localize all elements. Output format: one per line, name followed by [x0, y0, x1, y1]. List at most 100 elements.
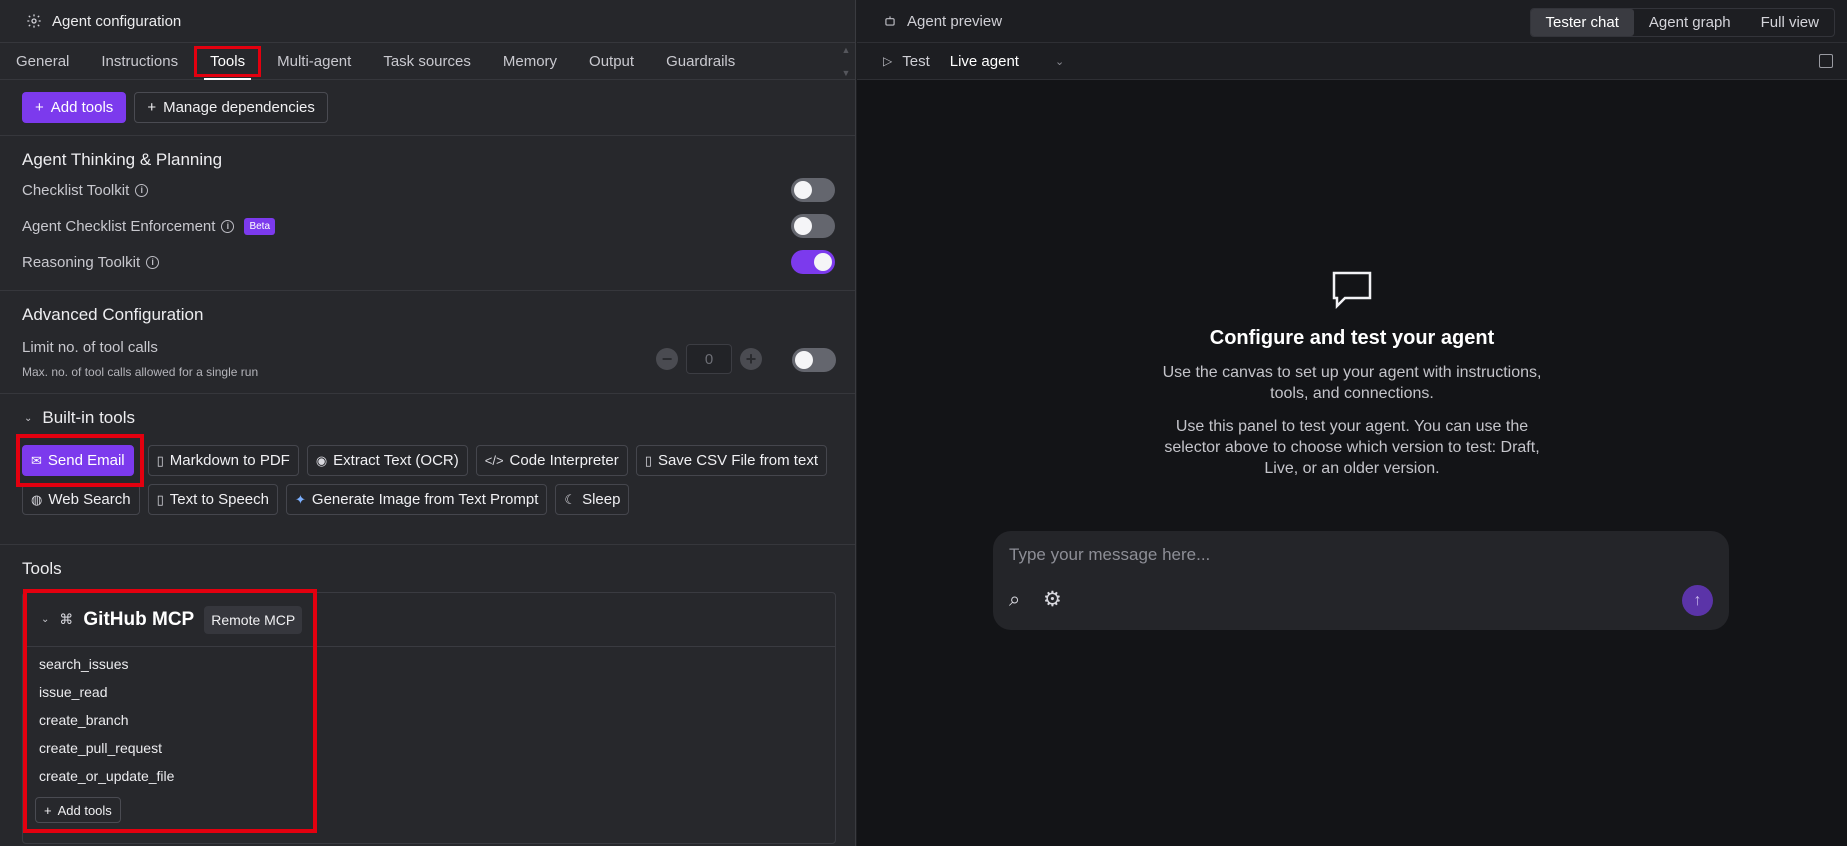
- reasoning-toolkit-toggle[interactable]: [791, 250, 835, 274]
- send-button[interactable]: ↑: [1682, 585, 1713, 616]
- decrement-button[interactable]: −: [656, 348, 678, 370]
- builtin-header[interactable]: ⌄ Built-in tools: [24, 408, 135, 428]
- info-icon[interactable]: i: [146, 255, 160, 269]
- gear-icon: [27, 14, 41, 28]
- reasoning-toolkit-label: Reasoning Toolkit: [22, 253, 141, 271]
- mcp-name: GitHub MCP: [83, 608, 195, 630]
- checklist-toolkit-label: Checklist Toolkit: [22, 181, 130, 199]
- tab-output[interactable]: Output: [573, 43, 650, 80]
- limit-help: Max. no. of tool calls allowed for a sin…: [22, 365, 259, 379]
- increment-button[interactable]: +: [740, 348, 762, 370]
- config-tabs: General Instructions Tools Multi-agent T…: [0, 43, 855, 80]
- message-composer: Type your message here... ⌕ ⚙ ↑: [993, 531, 1729, 630]
- beta-badge: Beta: [244, 217, 276, 235]
- empty-state-title: Configure and test your agent: [1209, 327, 1495, 349]
- sleep-tool[interactable]: ☾ Sleep: [555, 484, 630, 515]
- web-search-tool[interactable]: ◍ Web Search: [22, 484, 140, 515]
- tool-label: Extract Text (OCR): [333, 452, 459, 469]
- info-icon[interactable]: i: [135, 183, 149, 197]
- builtin-tool-list: ✉ Send Email ▯ Markdown to PDF ◉ Extract Te…: [0, 445, 855, 515]
- tab-general[interactable]: General: [0, 43, 85, 80]
- empty-state: Configure and test your agent Use the ca…: [857, 270, 1847, 479]
- code-interpreter-tool[interactable]: </> Code Interpreter: [475, 445, 628, 476]
- add-tools-label: Add tools: [50, 99, 114, 116]
- play-icon[interactable]: ▷: [883, 54, 892, 68]
- tab-agent-graph[interactable]: Agent graph: [1634, 9, 1746, 36]
- builtin-tools-section: ⌄ Built-in tools ✉ Send Email ▯ Markdown t…: [0, 394, 855, 545]
- info-icon[interactable]: i: [221, 219, 235, 233]
- extract-text-tool[interactable]: ◉ Extract Text (OCR): [306, 445, 468, 476]
- external-link-icon[interactable]: [1819, 54, 1833, 68]
- tools-title: Tools: [22, 559, 62, 578]
- tool-label: Markdown to PDF: [169, 452, 290, 469]
- file-icon: ▯: [644, 452, 652, 468]
- chevron-down-icon[interactable]: ⌄: [1055, 55, 1064, 68]
- tab-full-view[interactable]: Full view: [1746, 9, 1834, 36]
- scroll-down-icon[interactable]: ▼: [842, 68, 851, 78]
- moon-icon: ☾: [564, 491, 577, 507]
- empty-state-text-1: Use the canvas to set up your agent with…: [1162, 364, 1542, 402]
- add-tools-button[interactable]: + Add tools: [22, 92, 127, 123]
- view-tabs: Tester chat Agent graph Full view: [1529, 8, 1835, 37]
- chevron-down-icon: ⌄: [41, 614, 50, 625]
- empty-state-text-2: Use this panel to test your agent. You c…: [1164, 418, 1540, 477]
- send-email-tool[interactable]: ✉ Send Email: [22, 445, 134, 476]
- scroll-up-icon[interactable]: ▲: [842, 45, 851, 55]
- tab-scroll-arrows[interactable]: ▲ ▼: [839, 45, 853, 78]
- list-item[interactable]: create_pull_request: [23, 734, 835, 762]
- agent-configuration-panel: Agent configuration General Instructions…: [0, 0, 856, 846]
- plus-icon: +: [44, 802, 52, 818]
- manage-dependencies-button[interactable]: + Manage dependencies: [134, 92, 328, 123]
- tab-multi-agent[interactable]: Multi-agent: [261, 43, 367, 80]
- config-header: Agent configuration: [0, 0, 855, 43]
- reasoning-toolkit-row: Reasoning Toolkit i: [0, 247, 855, 277]
- tab-guardrails[interactable]: Guardrails: [650, 43, 751, 80]
- checklist-toolkit-row: Checklist Toolkit i: [0, 175, 855, 205]
- mcp-add-tools-label: Add tools: [57, 802, 112, 818]
- mcp-add-tools-button[interactable]: + Add tools: [35, 797, 121, 823]
- agent-preview-panel: Agent preview Tester chat Agent graph Fu…: [857, 0, 1847, 846]
- mail-icon: ✉: [31, 452, 42, 468]
- checklist-enforcement-label: Agent Checklist Enforcement: [22, 217, 216, 235]
- tool-label: Generate Image from Text Prompt: [311, 491, 539, 508]
- checklist-enforcement-toggle[interactable]: [791, 214, 835, 238]
- list-item[interactable]: create_branch: [23, 706, 835, 734]
- eye-icon: ◉: [315, 452, 328, 468]
- settings-icon[interactable]: ⚙: [1043, 587, 1062, 612]
- robot-icon: [885, 16, 895, 26]
- limit-toggle[interactable]: [792, 348, 836, 372]
- text-to-speech-tool[interactable]: ▯ Text to Speech: [147, 484, 278, 515]
- list-item[interactable]: search_issues: [23, 650, 835, 678]
- config-title: Agent configuration: [52, 12, 182, 30]
- list-item[interactable]: create_or_update_file: [23, 762, 835, 790]
- preview-title: Agent preview: [907, 12, 1003, 30]
- tab-tester-chat[interactable]: Tester chat: [1530, 9, 1634, 36]
- version-select[interactable]: Live agent: [950, 53, 1019, 70]
- tab-instructions[interactable]: Instructions: [85, 43, 194, 80]
- sparkle-icon: ✦: [295, 491, 306, 507]
- tool-label: Text to Speech: [169, 491, 269, 508]
- save-csv-tool[interactable]: ▯ Save CSV File from text: [635, 445, 827, 476]
- tab-task-sources[interactable]: Task sources: [367, 43, 487, 80]
- message-input[interactable]: Type your message here...: [1009, 545, 1210, 565]
- checklist-toolkit-toggle[interactable]: [791, 178, 835, 202]
- arrow-up-icon: ↑: [1693, 591, 1702, 609]
- remote-mcp-tag: Remote MCP: [204, 605, 303, 634]
- tool-label: Code Interpreter: [509, 452, 619, 469]
- tools-toolbar: + Add tools + Manage dependencies: [0, 80, 855, 136]
- tool-label: Web Search: [48, 491, 131, 508]
- test-bar: ▷ Test Live agent ⌄: [857, 43, 1847, 80]
- tool-label: Sleep: [582, 491, 621, 508]
- generate-image-tool[interactable]: ✦ Generate Image from Text Prompt: [286, 484, 548, 515]
- markdown-to-pdf-tool[interactable]: ▯ Markdown to PDF: [147, 445, 299, 476]
- limit-stepper: − 0 +: [656, 344, 762, 374]
- tab-memory[interactable]: Memory: [487, 43, 573, 80]
- advanced-section: Advanced Configuration Limit no. of tool…: [0, 291, 855, 394]
- limit-value[interactable]: 0: [686, 344, 732, 374]
- list-item[interactable]: issue_read: [23, 678, 835, 706]
- tab-tools[interactable]: Tools: [194, 43, 262, 80]
- plus-icon: +: [147, 99, 157, 116]
- code-icon: </>: [484, 453, 504, 468]
- attach-icon[interactable]: ⌕: [1009, 589, 1020, 612]
- mcp-header[interactable]: ⌄ ⌘ GitHub MCP Remote MCP: [23, 593, 835, 647]
